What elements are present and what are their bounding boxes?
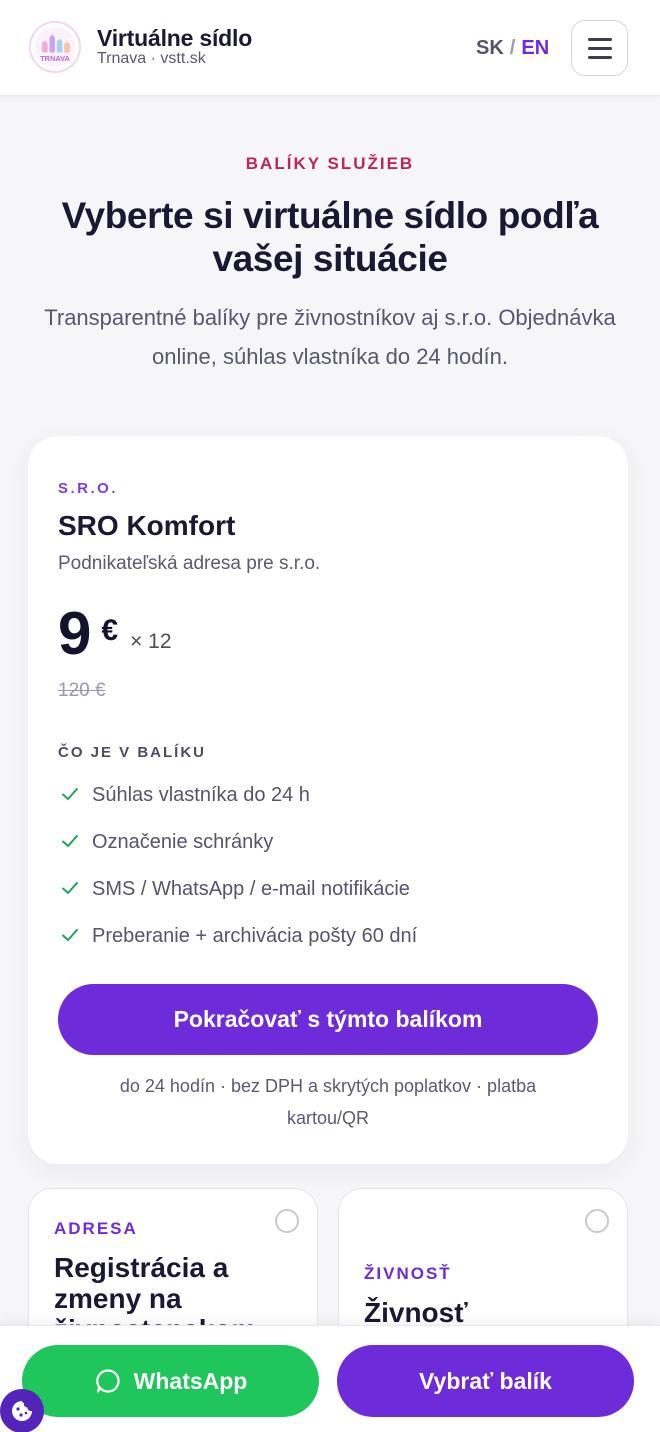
price-amount: 9 xyxy=(58,600,92,667)
page-title: Vyberte si virtuálne sídlo podľa vašej s… xyxy=(61,195,599,279)
package-category: ADRESA xyxy=(54,1219,138,1238)
language-switcher: SK / EN xyxy=(476,37,549,60)
check-icon xyxy=(62,929,78,941)
check-icon xyxy=(62,788,78,800)
check-icon xyxy=(62,882,78,894)
price-multiplier: × 12 xyxy=(130,630,172,653)
includes-heading: ČO JE V BALÍKU xyxy=(58,744,207,761)
feature-label: Označenie schránky xyxy=(92,831,274,853)
package-note: do 24 hodín · bez DPH a skrytých poplatk… xyxy=(119,1076,537,1128)
package-name: Živnosť xyxy=(364,1297,468,1328)
choose-package-button[interactable]: Vybrať balík xyxy=(337,1345,634,1417)
page-subtitle: Transparentné balíky pre živnostníkov aj… xyxy=(44,305,616,369)
site-header: TRNAVA Virtuálne sídlo Trnava · vstt.sk … xyxy=(0,0,660,96)
package-radio[interactable] xyxy=(585,1209,609,1233)
old-price: 120 € xyxy=(58,680,106,701)
package-card-sro-komfort: S.R.O. SRO Komfort Podnikateľská adresa … xyxy=(28,436,628,1164)
feature-item: Preberanie + archivácia pošty 60 dní xyxy=(58,921,417,968)
continue-with-package-button[interactable]: Pokračovať s týmto balíkom xyxy=(58,984,598,1055)
feature-list: Súhlas vlastníka do 24 h Označenie schrá… xyxy=(58,780,417,968)
cookie-icon xyxy=(12,1401,32,1421)
brand-logo[interactable]: TRNAVA xyxy=(29,21,81,73)
whatsapp-icon xyxy=(95,1369,120,1393)
lang-separator: / xyxy=(509,37,516,59)
lang-sk-link[interactable]: SK xyxy=(476,37,504,59)
package-description: Podnikateľská adresa pre s.r.o. xyxy=(58,553,321,574)
check-icon xyxy=(62,835,78,847)
bottom-action-bar: WhatsApp Vybrať balík xyxy=(0,1325,660,1432)
package-radio[interactable] xyxy=(275,1209,299,1233)
lang-en-link[interactable]: EN xyxy=(521,37,549,59)
trnava-logo-icon: TRNAVA xyxy=(34,26,76,68)
hamburger-icon xyxy=(588,38,612,41)
feature-label: Preberanie + archivácia pošty 60 dní xyxy=(92,925,418,947)
package-price: 9 € × 12 xyxy=(58,599,172,669)
feature-label: SMS / WhatsApp / e-mail notifikácie xyxy=(92,878,410,900)
cookie-settings-button[interactable] xyxy=(0,1389,44,1432)
package-name: SRO Komfort xyxy=(58,510,236,541)
whatsapp-label: WhatsApp xyxy=(133,1367,248,1394)
feature-label: Súhlas vlastníka do 24 h xyxy=(92,784,310,806)
price-currency: € xyxy=(101,614,119,647)
menu-button[interactable] xyxy=(571,20,628,76)
feature-item: SMS / WhatsApp / e-mail notifikácie xyxy=(58,874,417,921)
brand-subtitle: Trnava · vstt.sk xyxy=(97,50,206,67)
brand-title[interactable]: Virtuálne sídlo xyxy=(97,25,252,52)
feature-item: Súhlas vlastníka do 24 h xyxy=(58,780,417,827)
feature-item: Označenie schránky xyxy=(58,827,417,874)
svg-text:TRNAVA: TRNAVA xyxy=(40,54,70,63)
package-category: S.R.O. xyxy=(58,480,119,497)
whatsapp-button[interactable]: WhatsApp xyxy=(22,1345,319,1417)
section-eyebrow: BALÍKY SLUŽIEB xyxy=(245,154,415,173)
package-category: ŽIVNOSŤ xyxy=(364,1264,452,1283)
